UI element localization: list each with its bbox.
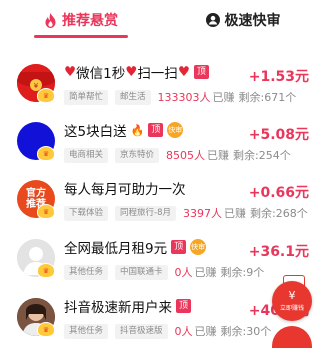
pinned-badge: 顶	[171, 240, 187, 254]
heart-icon: ♥	[64, 64, 77, 80]
earn-now-label: 立即赚钱	[279, 305, 304, 312]
task-price: +1.53元	[248, 69, 309, 85]
fire-icon: 🔥	[130, 123, 145, 137]
vip-badge-icon: ♛	[37, 88, 55, 103]
red-packet-icon: ¥	[288, 289, 296, 302]
task-tag: 其他任务	[64, 264, 109, 280]
task-tag: 京东特价	[115, 147, 160, 163]
tab-bar: 推荐悬赏 极速快审	[0, 0, 325, 48]
remaining-count: 剩余:9个	[220, 266, 265, 279]
task-tag: 简单帮忙	[64, 89, 109, 105]
vip-badge-icon: ♛	[37, 263, 55, 278]
participant-count: 133303人	[157, 91, 211, 104]
tab-fast-review[interactable]: 极速快审	[162, 0, 324, 48]
earned-label: 已赚	[194, 266, 217, 279]
earned-label: 已赚	[194, 325, 217, 338]
tab-label: 推荐悬赏	[62, 13, 118, 29]
vip-badge-icon: ♛	[37, 322, 55, 337]
vip-badge-icon: ♛	[37, 146, 55, 161]
remaining-count: 剩余:268个	[250, 207, 308, 220]
task-title: 每人每月可助力一次	[64, 182, 186, 198]
task-title: 这5块白送 🔥 顶 快审	[64, 122, 184, 140]
pinned-badge: 顶	[176, 299, 192, 313]
remaining-count: 剩余:671个	[238, 91, 297, 104]
active-tab-indicator	[34, 35, 128, 38]
flame-icon	[44, 12, 57, 28]
task-price: +36.1元	[248, 244, 309, 260]
tab-recommended-bounty[interactable]: 推荐悬赏	[0, 0, 162, 48]
task-meta: 简单帮忙 邮生活 133303人 已赚 剩余:671个	[64, 88, 296, 106]
task-tag: 同程旅行-8月	[115, 205, 176, 221]
task-row[interactable]: ¥ ♛ ♥ 微信1秒 ♥ 扫一扫 ♥ 顶 +1.53元 简单帮忙 邮生活 133…	[0, 62, 325, 124]
fast-review-badge: 快审	[167, 122, 184, 138]
task-price: +5.08元	[248, 127, 309, 143]
task-row[interactable]: 官方 推荐 ♛ 每人每月可助力一次 +0.66元 下载体验 同程旅行-8月 33…	[0, 178, 325, 240]
heart-icon: ♥	[177, 64, 190, 80]
pinned-badge: 顶	[148, 123, 164, 137]
task-meta: 电商相关 京东特价 8505人 已赚 剩余:254个	[64, 146, 291, 164]
task-tag: 电商相关	[64, 147, 109, 163]
participant-count: 0人	[174, 325, 193, 338]
task-tag: 邮生活	[115, 89, 151, 105]
task-title: 抖音极速新用户来 顶	[64, 296, 192, 316]
task-title: ♥ 微信1秒 ♥ 扫一扫 ♥ 顶	[64, 62, 209, 82]
task-meta: 其他任务 抖音极速版 0人 已赚 剩余:30个	[64, 322, 271, 340]
fast-review-badge: 快审	[190, 239, 207, 255]
task-tag: 下载体验	[64, 205, 109, 221]
task-meta: 下载体验 同程旅行-8月 3397人 已赚 剩余:268个	[64, 204, 308, 222]
user-icon	[205, 13, 220, 27]
remaining-count: 剩余:30个	[220, 325, 272, 338]
pinned-badge: 顶	[193, 65, 209, 79]
task-price: +0.66元	[248, 185, 309, 201]
task-title: 全网最低月租9元 顶 快审	[64, 239, 207, 257]
heart-icon: ♥	[125, 64, 138, 80]
participant-count: 8505人	[166, 149, 206, 162]
earned-label: 已赚	[224, 207, 246, 220]
task-meta: 其他任务 中国联通卡 0人 已赚 剩余:9个	[64, 263, 264, 281]
tab-label: 极速快审	[224, 13, 281, 29]
participant-count: 0人	[174, 266, 193, 279]
earn-now-button[interactable]: ¥ 立即赚钱	[272, 281, 312, 321]
task-row[interactable]: ♛ 这5块白送 🔥 顶 快审 +5.08元 电商相关 京东特价 8505人 已赚…	[0, 120, 325, 182]
participant-count: 3397人	[183, 207, 222, 220]
task-tag: 中国联通卡	[115, 264, 168, 280]
earned-label: 已赚	[207, 149, 230, 162]
earned-label: 已赚	[212, 91, 235, 104]
task-tag: 其他任务	[64, 323, 109, 339]
svg-text:¥: ¥	[34, 82, 39, 90]
task-tag: 抖音极速版	[115, 323, 168, 339]
remaining-count: 剩余:254个	[233, 149, 291, 162]
vip-badge-icon: ♛	[37, 204, 55, 219]
